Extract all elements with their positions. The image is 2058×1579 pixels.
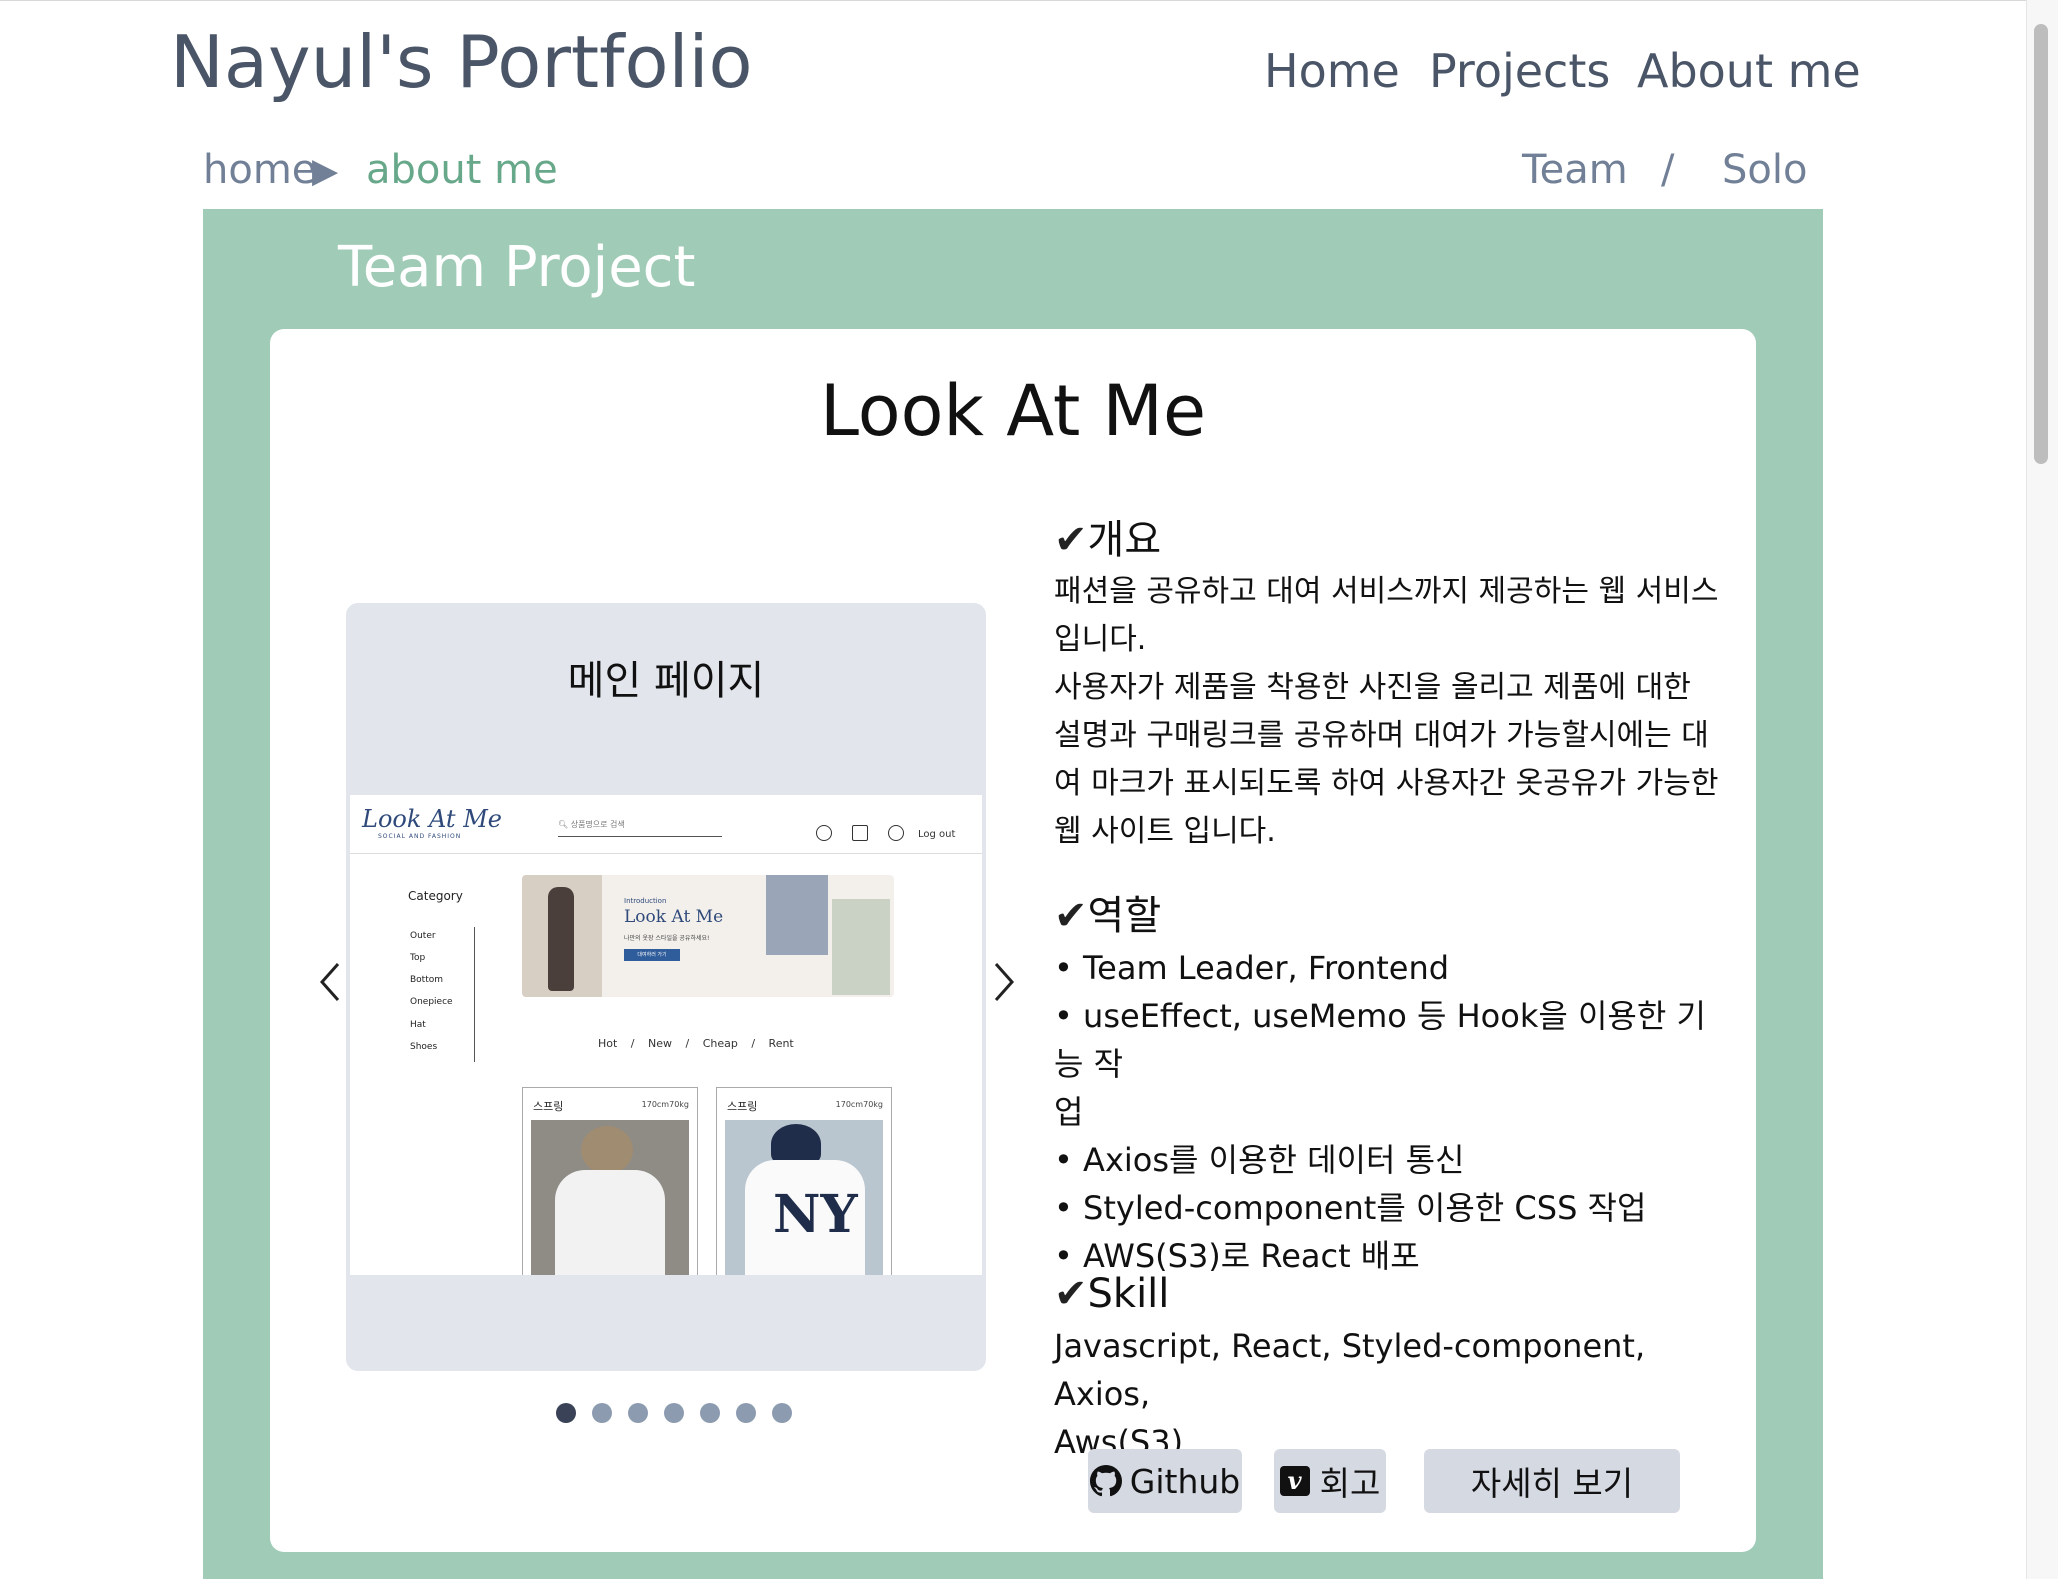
project-title: Look At Me	[819, 370, 1207, 452]
github-icon	[1089, 1465, 1122, 1497]
mock-product-photo	[531, 1120, 689, 1275]
role-item: • Styled-component를 이용한 CSS 작업	[1054, 1189, 1647, 1227]
role-item: • useEffect, useMemo 등 Hook을 이용한 기능 작	[1054, 997, 1706, 1083]
role-item: 업	[1054, 1093, 1084, 1131]
carousel-prev-arrow-icon[interactable]	[318, 960, 342, 1004]
skill-heading-text: Skill	[1087, 1271, 1170, 1317]
nav-projects[interactable]: Projects	[1429, 48, 1610, 94]
checkmark-icon: ✔	[1054, 893, 1088, 939]
mock-search-placeholder: 상품명으로 검색	[570, 820, 625, 829]
nav-home[interactable]: Home	[1264, 48, 1400, 94]
filter-solo[interactable]: Solo	[1722, 150, 1807, 190]
overview-line: 사용자가 제품을 착용한 사진을 올리고 제품에 대한	[1054, 670, 1691, 705]
mock-product-tag: 스프링	[533, 1100, 564, 1113]
mock-product-tag: 스프링	[727, 1100, 758, 1113]
overview-line: 패션을 공유하고 대여 서비스까지 제공하는 웹 서비스	[1054, 574, 1719, 609]
checkmark-icon: ✔	[1054, 517, 1088, 563]
mock-header-divider	[350, 853, 982, 854]
mock-category-item: Bottom	[410, 975, 444, 985]
mock-search-bar: 🔍︎ 상품명으로 검색	[558, 819, 722, 837]
retro-button[interactable]: v 회고	[1274, 1449, 1386, 1513]
mock-category-item: Onepiece	[410, 997, 453, 1007]
section-title: Team Project	[338, 235, 696, 300]
mock-chat-icon	[888, 825, 904, 841]
filter-team[interactable]: Team	[1522, 150, 1628, 190]
brand-title[interactable]: Nayul's Portfolio	[170, 26, 753, 98]
page-scrollbar-thumb[interactable]	[2034, 24, 2048, 464]
mock-banner: Introduction Look At Me 나만의 옷장 스타일을 공유하세…	[522, 875, 894, 997]
mock-banner-button: 대여하러 가기	[624, 949, 680, 961]
mock-banner-photo-mid	[766, 875, 828, 955]
mock-product-tabs: Hot / New / Cheap / Rent	[598, 1037, 794, 1050]
skill-text: Javascript, React, Styled-component, Axi…	[1054, 1322, 1734, 1466]
carousel-dot-3[interactable]	[628, 1403, 648, 1423]
window-top-border	[0, 0, 2058, 1]
mock-logout: Log out	[918, 829, 956, 840]
carousel-dot-5[interactable]	[700, 1403, 720, 1423]
mock-product-photo: NY	[725, 1120, 883, 1275]
mock-product-size: 170cm70kg	[835, 1100, 883, 1109]
mock-product-card: 스프링 170cm70kg	[522, 1087, 698, 1275]
retro-button-label: 회고	[1319, 1464, 1381, 1503]
mock-logo: Look At Me	[362, 805, 502, 833]
details-button[interactable]: 자세히 보기	[1424, 1449, 1680, 1513]
carousel-dot-4[interactable]	[664, 1403, 684, 1423]
skill-heading: ✔Skill	[1054, 1274, 1734, 1314]
carousel-dot-6[interactable]	[736, 1403, 756, 1423]
mock-product-card: 스프링 170cm70kg NY	[716, 1087, 892, 1275]
github-button[interactable]: Github	[1088, 1449, 1242, 1513]
mock-category-item: Hat	[410, 1020, 426, 1030]
slide-caption: 메인 페이지	[567, 658, 765, 704]
breadcrumb-arrow-icon: ▶	[312, 151, 339, 191]
github-button-label: Github	[1129, 1461, 1241, 1501]
mock-banner-intro: Introduction	[624, 897, 667, 905]
mock-banner-photo-left	[522, 875, 602, 997]
mock-product-size: 170cm70kg	[641, 1100, 689, 1109]
mock-category-item: Outer	[410, 931, 436, 941]
mock-category-item: Shoes	[410, 1042, 438, 1052]
overview-text: 패션을 공유하고 대여 서비스까지 제공하는 웹 서비스 입니다. 사용자가 제…	[1054, 568, 1734, 856]
slide-screenshot: Look At Me SOCIAL AND FASHION 🔍︎ 상품명으로 검…	[350, 795, 982, 1275]
overview-heading-text: 개요	[1087, 517, 1162, 563]
overview-line: 웹 사이트 입니다.	[1054, 814, 1276, 849]
mock-banner-title: Look At Me	[624, 907, 724, 927]
overview-line: 여 마크가 표시되도록 하여 사용자간 옷공유가 가능한	[1054, 766, 1719, 801]
role-heading-text: 역할	[1087, 893, 1162, 939]
carousel-dot-7[interactable]	[772, 1403, 792, 1423]
details-button-label: 자세히 보기	[1470, 1464, 1634, 1503]
mock-banner-photo-right	[832, 899, 890, 995]
skill-line: Javascript, React, Styled-component, Axi…	[1054, 1327, 1646, 1413]
mock-category-item: Top	[410, 953, 426, 963]
breadcrumb-current: about me	[366, 147, 558, 193]
filter-separator: /	[1661, 147, 1675, 193]
role-heading: ✔역할	[1054, 896, 1734, 936]
velog-icon: v	[1279, 1466, 1310, 1496]
role-item: • Team Leader, Frontend	[1054, 949, 1450, 987]
mock-logo-subtitle: SOCIAL AND FASHION	[378, 833, 462, 840]
checkmark-icon: ✔	[1054, 1271, 1088, 1317]
role-item: • Axios를 이용한 데이터 통신	[1054, 1141, 1465, 1179]
overview-line: 입니다.	[1054, 622, 1147, 657]
breadcrumb-home[interactable]: home	[203, 150, 316, 190]
nav-about-me[interactable]: About me	[1637, 48, 1861, 94]
mock-category-divider	[474, 927, 475, 1062]
carousel-dot-1[interactable]	[556, 1403, 576, 1423]
overview-heading: ✔개요	[1054, 520, 1734, 560]
mock-user-icon	[816, 825, 832, 841]
carousel-next-arrow-icon[interactable]	[992, 960, 1016, 1004]
mock-banner-text: 나만의 옷장 스타일을 공유하세요!	[624, 935, 710, 942]
mock-edit-icon	[852, 825, 868, 841]
overview-line: 설명과 구매링크를 공유하며 대여가 가능할시에는 대	[1054, 718, 1709, 753]
mock-category-title: Category	[408, 889, 463, 903]
role-list: • Team Leader, Frontend • useEffect, use…	[1054, 944, 1734, 1280]
carousel-dot-2[interactable]	[592, 1403, 612, 1423]
